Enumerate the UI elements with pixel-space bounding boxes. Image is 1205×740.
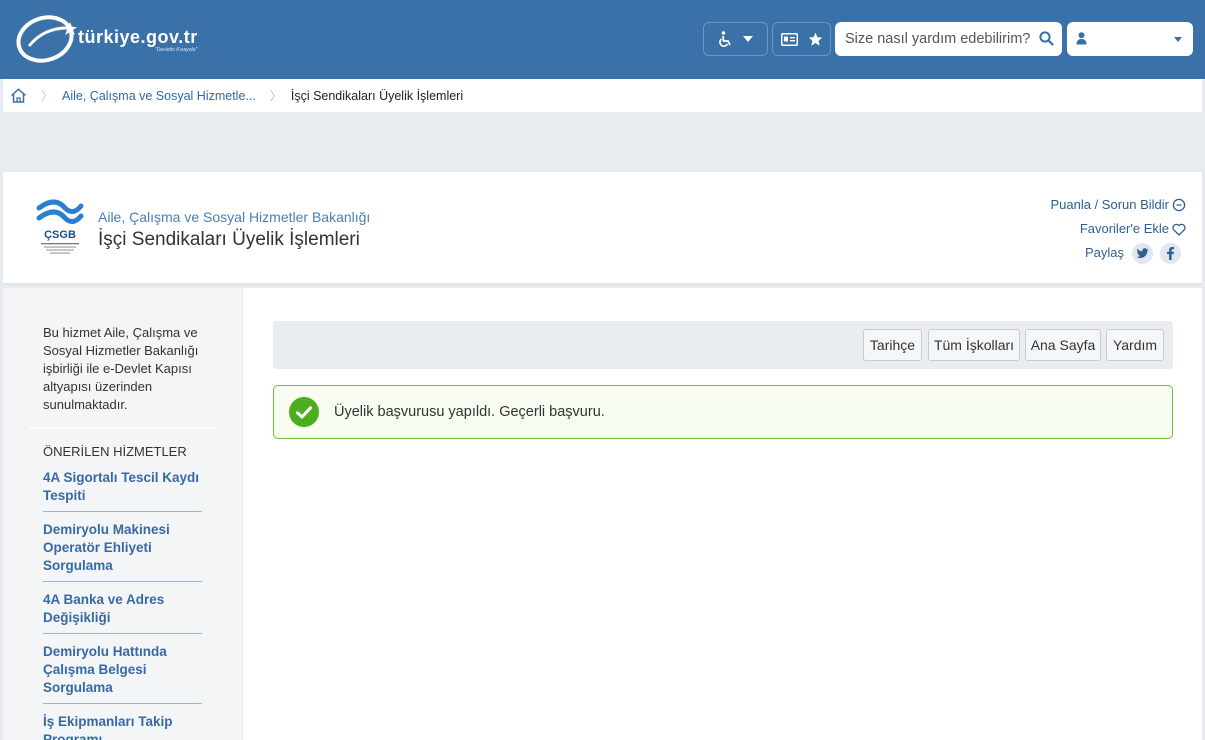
logo-abbreviation: ÇSGB (44, 229, 76, 241)
success-alert: Üyelik başvurusu yapıldı. Geçerli başvur… (273, 385, 1173, 439)
favorite-label: Favoriler'e Ekle (1079, 221, 1169, 236)
heart-icon (1172, 223, 1186, 236)
favorites-button[interactable] (772, 22, 831, 56)
facebook-icon[interactable] (1160, 242, 1181, 264)
sidebar: Bu hizmet Aile, Çalışma ve Sosyal Hizmet… (3, 288, 242, 740)
check-circle-icon (289, 397, 319, 427)
csgb-emblem-icon: ÇSGB (36, 199, 84, 254)
turkiye-gov-logo[interactable]: türkiye.gov.tr "Devletin Kısayolu" (15, 14, 220, 64)
user-icon (1076, 32, 1087, 45)
chevron-down-icon (1174, 37, 1182, 42)
all-sectors-button[interactable]: Tüm İşkolları (928, 329, 1020, 361)
share-row: Paylaş (1050, 241, 1186, 265)
alert-message: Üyelik başvurusu yapıldı. Geçerli başvur… (334, 404, 605, 420)
search-input[interactable] (845, 31, 1035, 47)
recommended-service-link[interactable]: İş Ekipmanları Takip Programı (43, 712, 202, 740)
search-box[interactable] (835, 22, 1062, 56)
top-header: türkiye.gov.tr "Devletin Kısayolu" (0, 0, 1205, 79)
divider (30, 427, 215, 429)
recommended-service-link[interactable]: Demiryolu Makinesi Operatör Ehliyeti Sor… (43, 520, 202, 582)
user-menu-dropdown[interactable] (1067, 22, 1193, 56)
breadcrumb-item-ministry[interactable]: Aile, Çalışma ve Sosyal Hizmetle... (62, 89, 256, 103)
logo-tagline: "Devletin Kısayolu" (155, 47, 198, 53)
action-toolbar: Tarihçe Tüm İşkolları Ana Sayfa Yardım (273, 321, 1173, 369)
home-page-button[interactable]: Ana Sayfa (1025, 329, 1101, 361)
breadcrumb-separator-icon: 〉 (41, 89, 54, 103)
service-organization: Aile, Çalışma ve Sosyal Hizmetler Bakanl… (98, 209, 371, 225)
history-button[interactable]: Tarihçe (863, 329, 922, 361)
id-card-icon (780, 32, 798, 46)
breadcrumb: 〉 Aile, Çalışma ve Sosyal Hizmetle... 〉 … (3, 79, 1202, 112)
service-header: ÇSGB Aile, Çalışma ve Sosyal Hizmetler B… (3, 172, 1202, 283)
search-icon[interactable] (1039, 31, 1054, 46)
ministry-logo: ÇSGB (35, 198, 85, 258)
recommended-services-heading: ÖNERİLEN HİZMETLER (43, 444, 187, 459)
recommended-services-list: 4A Sigortalı Tescil Kaydı Tespiti Demiry… (43, 468, 202, 740)
main-content: Tarihçe Tüm İşkolları Ana Sayfa Yardım Ü… (243, 288, 1202, 740)
recommended-service-link[interactable]: 4A Sigortalı Tescil Kaydı Tespiti (43, 468, 202, 512)
chat-bubble-icon (1172, 198, 1186, 212)
star-icon (808, 32, 822, 46)
breadcrumb-item-current: İşçi Sendikaları Üyelik İşlemleri (290, 88, 464, 103)
rate-link[interactable]: Puanla / Sorun Bildir (1050, 193, 1186, 217)
twitter-icon[interactable] (1132, 242, 1153, 264)
recommended-service-link[interactable]: 4A Banka ve Adres Değişikliği (43, 590, 202, 634)
home-link[interactable] (10, 88, 27, 103)
share-label: Paylaş (1084, 245, 1124, 260)
recommended-service-link[interactable]: Demiryolu Hattında Çalışma Belgesi Sorgu… (43, 642, 202, 704)
service-actions: Puanla / Sorun Bildir Favoriler'e Ekle P… (1050, 193, 1186, 265)
wheelchair-icon (719, 31, 731, 47)
chevron-down-icon (743, 36, 753, 42)
rate-label: Puanla / Sorun Bildir (1050, 197, 1169, 212)
breadcrumb-separator-icon: 〉 (269, 89, 282, 103)
help-button[interactable]: Yardım (1106, 329, 1164, 361)
service-provider-note: Bu hizmet Aile, Çalışma ve Sosyal Hizmet… (43, 325, 199, 412)
favorite-link[interactable]: Favoriler'e Ekle (1050, 217, 1186, 241)
home-icon (10, 88, 27, 103)
accessibility-button[interactable] (703, 22, 768, 56)
logo-text: türkiye.gov.tr (78, 27, 198, 47)
page-title: İşçi Sendikaları Üyelik İşlemleri (98, 229, 360, 250)
